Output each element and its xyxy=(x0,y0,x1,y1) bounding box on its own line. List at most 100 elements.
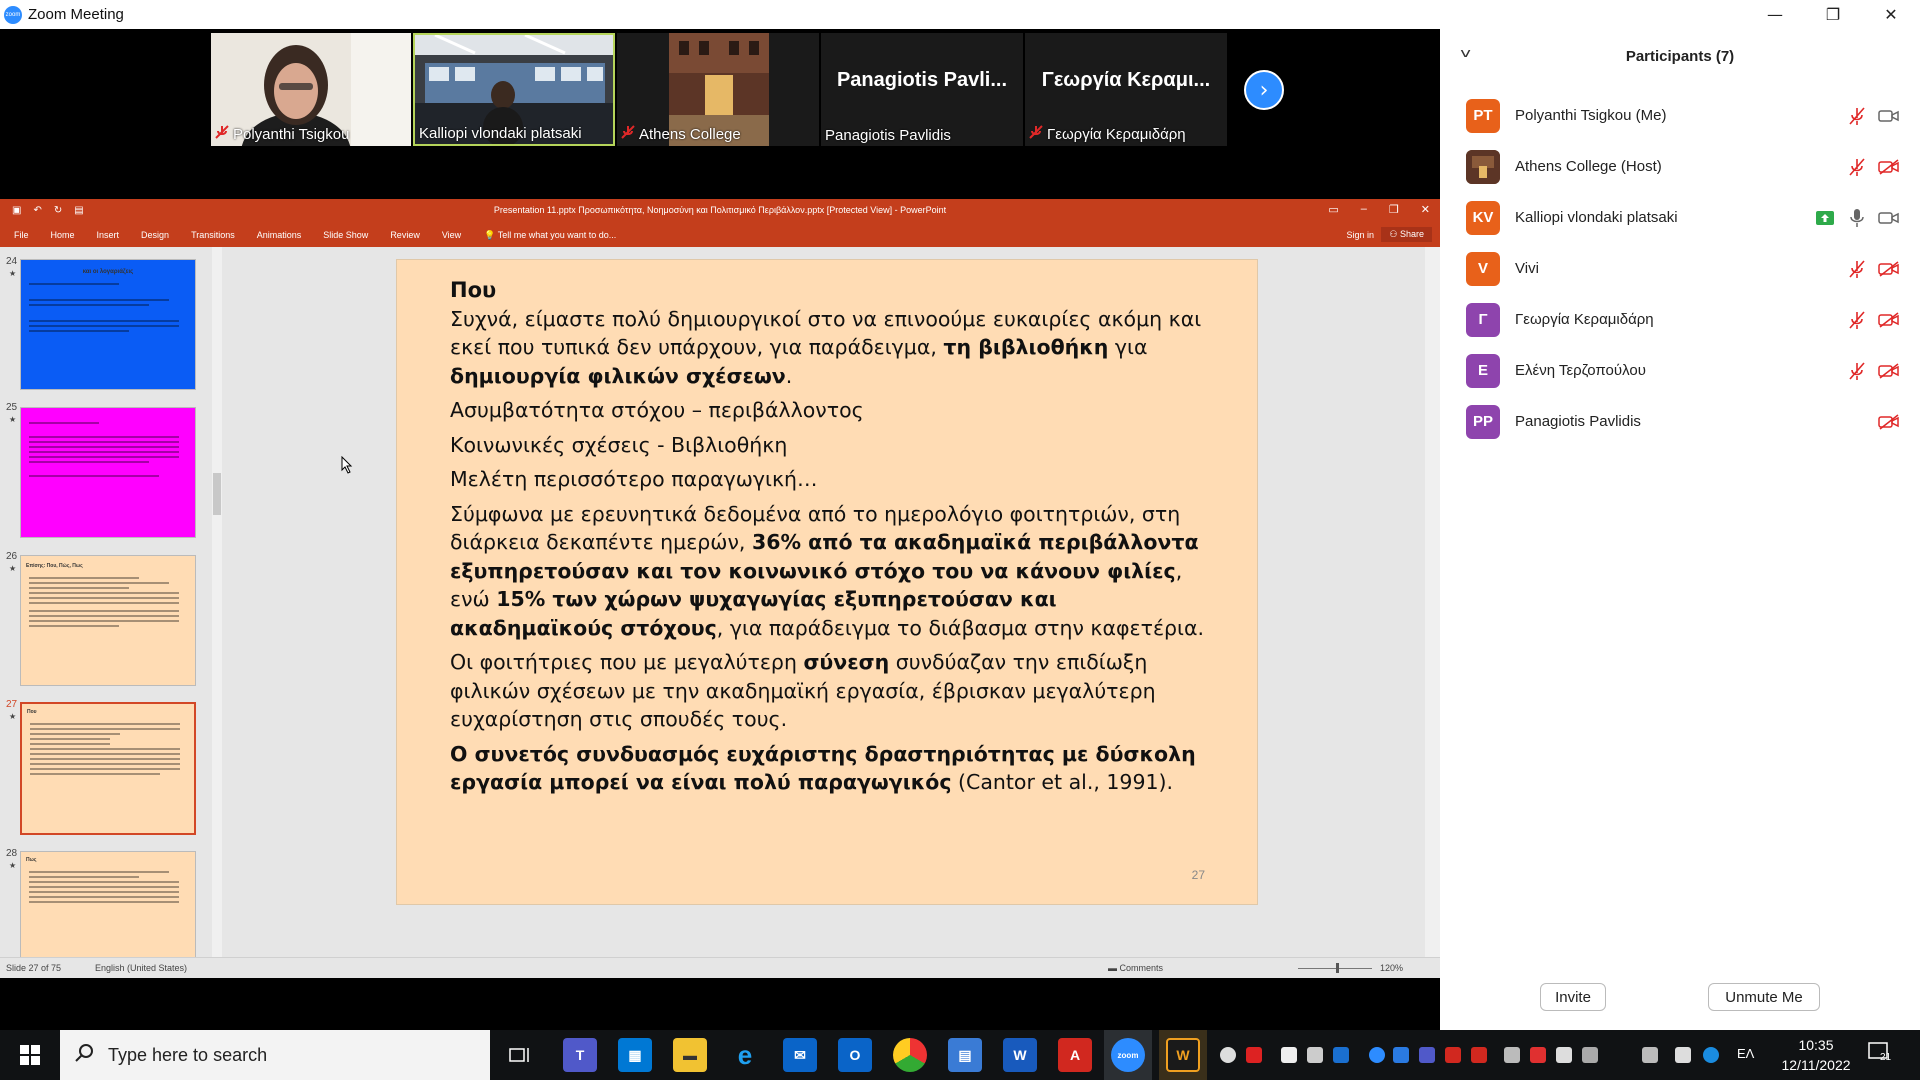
thumbnail-scrollbar[interactable] xyxy=(212,247,222,957)
tab-design[interactable]: Design xyxy=(130,230,180,240)
tray-teams-icon[interactable] xyxy=(1419,1047,1435,1063)
participant-row[interactable]: PP Panagiotis Pavlidis xyxy=(1440,396,1920,447)
outlook-icon[interactable]: O xyxy=(838,1038,872,1072)
zoom-taskbar-icon[interactable]: zoom xyxy=(1111,1038,1145,1072)
participant-row[interactable]: Γ Γεωργία Κεραμιδάρη xyxy=(1440,294,1920,345)
avatar: KV xyxy=(1466,200,1500,235)
tray-app-icon[interactable] xyxy=(1246,1047,1262,1063)
tab-view[interactable]: View xyxy=(431,230,472,240)
slide-thumbnail-26[interactable]: Επίσης: Που, Πώς, Πως xyxy=(20,555,196,686)
file-explorer-icon[interactable]: ▬ xyxy=(673,1038,707,1072)
tray-mail-icon[interactable] xyxy=(1281,1047,1297,1063)
task-view-icon[interactable] xyxy=(503,1038,537,1072)
slide-number: 27 xyxy=(1191,868,1205,882)
word-icon[interactable]: W xyxy=(1003,1038,1037,1072)
zoom-slider[interactable] xyxy=(1298,968,1372,969)
ppt-minimize-icon[interactable]: – xyxy=(1361,203,1367,216)
scrollbar-thumb[interactable] xyxy=(213,473,221,515)
participant-row[interactable]: V Vivi xyxy=(1440,243,1920,294)
notification-center-icon[interactable]: 21 xyxy=(1868,1042,1891,1065)
teams-icon[interactable]: T xyxy=(563,1038,597,1072)
tray-app-icon[interactable] xyxy=(1307,1047,1323,1063)
tab-transitions[interactable]: Transitions xyxy=(180,230,246,240)
unmute-me-button[interactable]: Unmute Me xyxy=(1708,983,1820,1011)
participant-row[interactable]: Athens College (Host) xyxy=(1440,141,1920,192)
tab-insert[interactable]: Insert xyxy=(86,230,131,240)
participant-row[interactable]: PT Polyanthi Tsigkou (Me) xyxy=(1440,90,1920,141)
video-tile-2[interactable]: Kalliopi vlondaki platsaki xyxy=(413,33,615,146)
invite-button[interactable]: Invite xyxy=(1540,983,1606,1011)
next-page-arrow-icon[interactable]: › xyxy=(1244,70,1284,110)
microphone-icon[interactable] xyxy=(1675,1047,1691,1063)
slide-text-body[interactable]: Που Συχνά, είμαστε πολύ δημιουργικοί στο… xyxy=(450,276,1210,803)
participant-name: Kalliopi vlondaki platsaki xyxy=(1515,209,1678,226)
edge-icon[interactable]: e xyxy=(728,1038,762,1072)
current-slide[interactable]: Που Συχνά, είμαστε πολύ δημιουργικοί στο… xyxy=(396,259,1258,905)
tile-label: Athens College xyxy=(621,124,741,144)
tray-acrobat-icon[interactable] xyxy=(1471,1047,1487,1063)
chrome-icon[interactable] xyxy=(893,1038,927,1072)
sign-in-link[interactable]: Sign in xyxy=(1346,230,1374,240)
tell-me-search[interactable]: 💡 Tell me what you want to do... xyxy=(484,230,616,241)
tab-slide-show[interactable]: Slide Show xyxy=(312,230,379,240)
restore-icon[interactable]: ❐ xyxy=(1804,0,1862,29)
network-icon[interactable] xyxy=(1582,1047,1598,1063)
tab-file[interactable]: File xyxy=(0,230,40,240)
animation-star-icon: ★ xyxy=(9,415,17,424)
video-tile-5[interactable]: Γεωργία Κεραμι... Γεωργία Κεραμιδάρη xyxy=(1025,33,1227,146)
tab-home[interactable]: Home xyxy=(40,230,86,240)
windows-taskbar: Type here to search T ▦ ▬ e ✉ O ▤ W A zo… xyxy=(0,1030,1920,1080)
ppt-close-icon[interactable]: ✕ xyxy=(1421,203,1430,216)
muted-mic-icon xyxy=(1029,124,1043,144)
acrobat-icon[interactable]: A xyxy=(1058,1038,1092,1072)
tray-outlook-icon[interactable] xyxy=(1333,1047,1349,1063)
language-indicator[interactable]: ΕΛ xyxy=(1737,1046,1754,1061)
mouse-cursor-icon xyxy=(341,456,353,474)
tab-review[interactable]: Review xyxy=(379,230,431,240)
slide-thumbnail-28[interactable]: Πως xyxy=(20,851,196,957)
slide-thumbnail-pane: 24 ★ και οι λογαριάζεις 25 ★ 26 ★ Επίσης… xyxy=(0,247,214,957)
participant-row[interactable]: Ε Ελένη Τερζοπούλου xyxy=(1440,345,1920,396)
minimize-icon[interactable]: — xyxy=(1746,0,1804,29)
lightbulb-icon: 💡 xyxy=(484,229,496,240)
close-icon[interactable]: ✕ xyxy=(1862,0,1920,29)
waves-app-icon[interactable]: W xyxy=(1166,1038,1200,1072)
video-tile-3[interactable]: Athens College xyxy=(617,33,819,146)
slide-thumbnail-25[interactable] xyxy=(20,407,196,538)
taskbar-clock[interactable]: 10:35 12/11/2022 xyxy=(1776,1035,1856,1075)
mail-icon[interactable]: ✉ xyxy=(783,1038,817,1072)
chevron-down-icon[interactable]: v xyxy=(1460,46,1471,60)
thumb-number: 24 xyxy=(6,256,18,267)
zoom-level[interactable]: 120% xyxy=(1380,963,1403,973)
avatar xyxy=(1466,149,1500,184)
slide-scrollbar[interactable] xyxy=(1425,247,1440,957)
taskbar-search-input[interactable]: Type here to search xyxy=(60,1030,490,1080)
zoom-slider-knob[interactable] xyxy=(1336,963,1339,973)
bluetooth-icon[interactable] xyxy=(1393,1047,1409,1063)
security-icon[interactable] xyxy=(1556,1047,1572,1063)
onedrive-icon[interactable] xyxy=(1703,1047,1719,1063)
windows-start-icon[interactable] xyxy=(0,1030,60,1080)
tray-app-icon[interactable] xyxy=(1220,1047,1236,1063)
tray-app-icon[interactable] xyxy=(1530,1047,1546,1063)
thumb-number: 27 xyxy=(6,699,18,710)
ribbon-display-icon[interactable]: ▭ xyxy=(1328,203,1338,216)
slide-thumbnail-24[interactable]: και οι λογαριάζεις xyxy=(20,259,196,390)
share-button[interactable]: ⚇ Share xyxy=(1381,227,1432,242)
ppt-restore-icon[interactable]: ❐ xyxy=(1389,203,1399,216)
app-icon[interactable]: ▤ xyxy=(948,1038,982,1072)
volume-icon[interactable] xyxy=(1642,1047,1658,1063)
video-tile-1[interactable]: Polyanthi Tsigkou xyxy=(211,33,411,146)
video-off-icon xyxy=(1878,156,1900,178)
slide-thumbnail-27[interactable]: Που xyxy=(20,702,196,835)
wifi-icon[interactable] xyxy=(1504,1047,1520,1063)
comments-button[interactable]: ▬ Comments xyxy=(1108,963,1163,973)
video-tile-4[interactable]: Panagiotis Pavli... Panagiotis Pavlidis xyxy=(821,33,1023,146)
participant-row[interactable]: KV Kalliopi vlondaki platsaki xyxy=(1440,192,1920,243)
slide-counter: Slide 27 of 75 xyxy=(6,963,62,973)
language-indicator[interactable]: English (United States) xyxy=(95,963,187,973)
tray-acrobat-icon[interactable] xyxy=(1445,1047,1461,1063)
tab-animations[interactable]: Animations xyxy=(246,230,313,240)
tray-zoom-icon[interactable] xyxy=(1369,1047,1385,1063)
store-icon[interactable]: ▦ xyxy=(618,1038,652,1072)
